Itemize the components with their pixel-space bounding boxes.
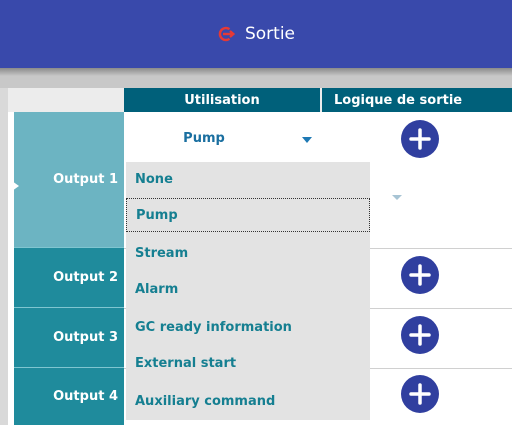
dropdown-option-auxiliary-command[interactable]: Auxiliary command [126, 384, 370, 418]
utilisation-select[interactable]: Pump [124, 112, 320, 164]
add-logic-button[interactable] [401, 375, 439, 413]
row-label-text: Output 2 [53, 270, 118, 285]
dropdown-option-alarm[interactable]: Alarm [126, 272, 370, 306]
dropdown-option-none[interactable]: None [126, 162, 370, 196]
row-label-text: Output 4 [53, 389, 118, 404]
left-strip [0, 88, 8, 425]
row-selected-arrow-icon [12, 181, 19, 191]
utilisation-dropdown-list[interactable]: None Pump Stream Alarm GC ready informat… [126, 162, 370, 420]
row-output-1[interactable]: Output 1 [14, 112, 124, 248]
row-output-4[interactable]: Output 4 [14, 368, 124, 425]
toolbar-gap [0, 68, 512, 88]
add-logic-button[interactable] [401, 120, 439, 158]
dropdown-option-external-start[interactable]: External start [126, 346, 370, 380]
chevron-down-icon[interactable] [302, 137, 312, 143]
row-output-3[interactable]: Output 3 [14, 308, 124, 368]
dropdown-option-stream[interactable]: Stream [126, 236, 370, 270]
dropdown-option-gc-ready[interactable]: GC ready information [126, 310, 370, 344]
plus-icon [409, 324, 431, 346]
plus-icon [409, 128, 431, 150]
window-title: Sortie [244, 24, 296, 44]
row-output-2[interactable]: Output 2 [14, 248, 124, 308]
dropdown-option-pump[interactable]: Pump [126, 198, 370, 232]
power-arrow-icon [218, 26, 235, 42]
row-label-text: Output 3 [53, 330, 118, 345]
plus-icon [409, 383, 431, 405]
title-container: Sortie [0, 0, 512, 68]
column-header-logique[interactable]: Logique de sortie [322, 88, 512, 112]
chevron-down-icon[interactable] [392, 195, 402, 200]
column-header-utilisation[interactable]: Utilisation [124, 88, 320, 112]
add-logic-button[interactable] [401, 316, 439, 354]
add-logic-button[interactable] [401, 256, 439, 294]
plus-icon [409, 264, 431, 286]
select-current-value: Pump [183, 130, 225, 146]
row-label-text: Output 1 [53, 172, 118, 187]
